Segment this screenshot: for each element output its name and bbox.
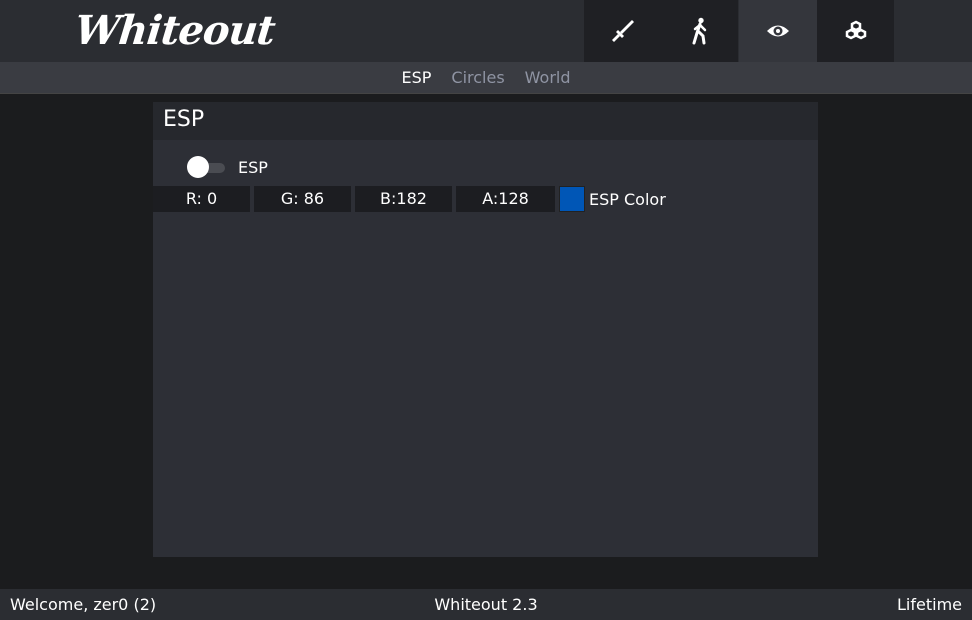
esp-toggle-row: ESP [187, 154, 268, 180]
logo: Whiteout [72, 7, 277, 54]
subtab-world[interactable]: World [515, 68, 581, 87]
tab-misc[interactable] [817, 0, 894, 62]
esp-toggle-label: ESP [238, 157, 268, 177]
toggle-knob [187, 156, 209, 178]
alpha-field[interactable]: A:128 [456, 186, 555, 212]
tab-aimbot[interactable] [584, 0, 661, 62]
esp-panel: ESP ESP R: 0 G: 86 B:182 A:128 ESP Color [153, 102, 818, 557]
app-window: Whiteout ESP Circles World ESP ESP R: 0 … [0, 0, 972, 620]
subtab-circles[interactable]: Circles [441, 68, 514, 87]
eye-icon [767, 25, 789, 37]
blue-field[interactable]: B:182 [355, 186, 452, 212]
panel-title: ESP [153, 102, 818, 140]
esp-color-row: R: 0 G: 86 B:182 A:128 ESP Color [153, 186, 818, 212]
color-swatch[interactable] [559, 186, 585, 212]
esp-color-label: ESP Color [589, 190, 666, 209]
tab-movement[interactable] [661, 0, 738, 62]
red-field[interactable]: R: 0 [153, 186, 250, 212]
subtab-bar: ESP Circles World [0, 62, 972, 94]
header: Whiteout [0, 0, 972, 62]
welcome-text: Welcome, zer0 (2) [10, 595, 157, 614]
esp-toggle[interactable] [187, 156, 225, 178]
green-field[interactable]: G: 86 [254, 186, 351, 212]
subtab-esp[interactable]: ESP [391, 68, 441, 87]
license-text: Lifetime [897, 595, 962, 614]
running-man-icon [692, 17, 706, 45]
cubes-icon [845, 20, 866, 40]
status-bar: Whiteout 2.3 Welcome, zer0 (2) Lifetime [0, 589, 972, 620]
tab-visuals[interactable] [739, 0, 817, 62]
sword-icon [611, 20, 634, 42]
